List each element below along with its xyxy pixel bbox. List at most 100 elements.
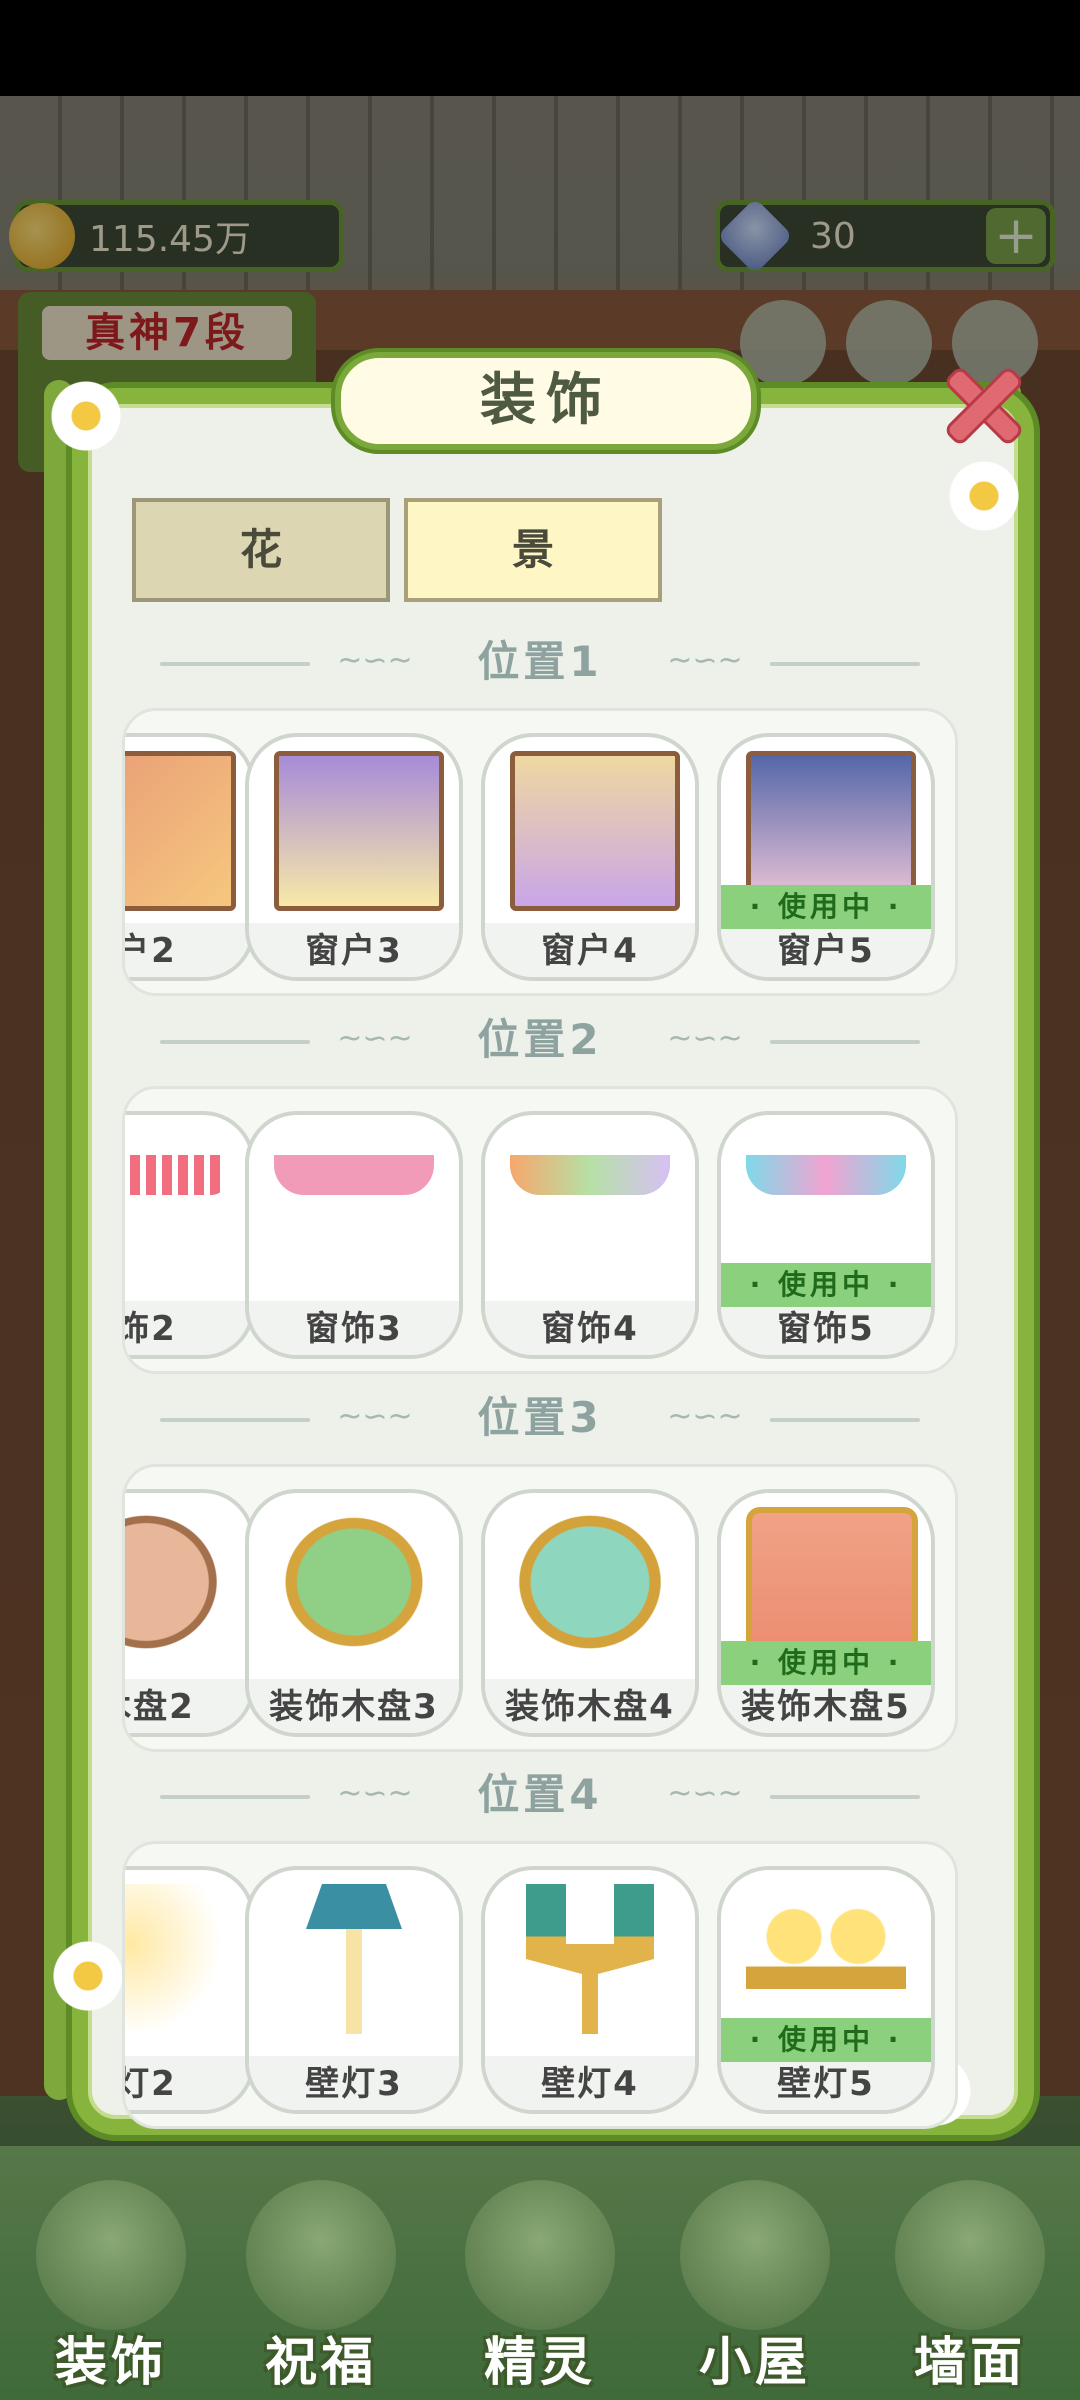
nav-blessing[interactable]: 祝福	[226, 2170, 416, 2400]
item-label: 窗户4	[541, 931, 639, 971]
decoration-thumbnail	[125, 1507, 226, 1657]
decoration-item[interactable]: 窗户4	[481, 733, 699, 981]
section-header: ~∽~ 位置1 ~∽~	[160, 632, 920, 692]
nav-label: 祝福	[264, 2333, 377, 2393]
daisy-icon	[948, 460, 1020, 532]
decoration-item[interactable]: 户2	[125, 733, 255, 981]
item-label: 窗饰3	[305, 1309, 403, 1349]
decoration-item[interactable]: 装饰木盘3	[245, 1489, 463, 1737]
tab-scene[interactable]: 景	[404, 498, 662, 602]
divider-line	[160, 662, 310, 666]
decoration-thumbnail	[510, 751, 680, 911]
decoration-item[interactable]: · 使用中 · 窗饰5	[717, 1111, 935, 1359]
item-row: 灯2 壁灯3 壁灯4 · 使用中 ·壁灯5	[122, 1841, 958, 2129]
item-label: 木盘2	[125, 1687, 195, 1727]
nav-fairy[interactable]: 精灵	[445, 2170, 635, 2400]
nav-wall[interactable]: 墙面	[875, 2170, 1065, 2400]
decoration-item[interactable]: · 使用中 · 装饰木盘5	[717, 1489, 935, 1737]
section-header: ~∽~ 位置3 ~∽~	[160, 1388, 920, 1448]
swirl-icon: ~∽~	[667, 1399, 743, 1434]
daisy-icon	[52, 1940, 124, 2012]
section-header: ~∽~ 位置4 ~∽~	[160, 1765, 920, 1825]
item-label: 窗户3	[305, 931, 403, 971]
decoration-thumbnail	[274, 751, 444, 911]
fairy-icon	[465, 2180, 615, 2330]
item-label: 壁灯4	[541, 2064, 639, 2104]
item-label: 装饰木盘5	[741, 1687, 911, 1727]
swirl-icon: ~∽~	[337, 1399, 413, 1434]
decoration-thumbnail	[274, 1507, 434, 1657]
item-label: 窗饰4	[541, 1309, 639, 1349]
daisy-icon	[50, 380, 122, 452]
swirl-icon: ~∽~	[337, 1021, 413, 1056]
tab-flower[interactable]: 花	[132, 498, 390, 602]
close-button[interactable]	[930, 352, 1030, 452]
nav-label: 小屋	[698, 2333, 811, 2393]
decoration-item[interactable]: 装饰木盘4	[481, 1489, 699, 1737]
plant-icon	[36, 2180, 186, 2330]
section-title: 位置3	[477, 1393, 603, 1442]
decoration-item[interactable]: 木盘2	[125, 1489, 255, 1737]
decoration-thumbnail	[746, 1155, 906, 1195]
decoration-item[interactable]: 壁灯4	[481, 1866, 699, 2114]
nav-cottage[interactable]: 小屋	[660, 2170, 850, 2400]
decoration-item[interactable]: · 使用中 · 窗户5	[717, 733, 935, 981]
item-label: 灯2	[125, 2064, 177, 2104]
item-row: 饰2 窗饰3 窗饰4 · 使用中 ·窗饰5	[122, 1086, 958, 1374]
nav-label: 墙面	[913, 2333, 1026, 2393]
decoration-thumbnail	[306, 1884, 402, 2034]
decoration-item[interactable]: 饰2	[125, 1111, 255, 1359]
swirl-icon: ~∽~	[337, 643, 413, 678]
item-label: 壁灯3	[305, 2064, 403, 2104]
decoration-item[interactable]: 窗饰4	[481, 1111, 699, 1359]
divider-line	[160, 1795, 310, 1799]
nav-decorate[interactable]: 装饰	[16, 2170, 206, 2400]
nav-label: 精灵	[483, 2333, 596, 2393]
status-bar	[0, 0, 1080, 96]
decoration-item[interactable]: · 使用中 · 壁灯5	[717, 1866, 935, 2114]
swirl-icon: ~∽~	[667, 1021, 743, 1056]
decoration-thumbnail	[125, 751, 236, 911]
modal-title-banner: 装饰	[335, 352, 757, 450]
divider-line	[160, 1040, 310, 1044]
vase-icon	[246, 2180, 396, 2330]
decoration-item[interactable]: 窗饰3	[245, 1111, 463, 1359]
bottom-nav: 装饰 祝福 精灵 小屋 墙面	[0, 2170, 1080, 2400]
item-label: 装饰木盘3	[269, 1687, 439, 1727]
nav-label: 装饰	[54, 2333, 167, 2393]
divider-line	[160, 1418, 310, 1422]
item-label: 户2	[125, 931, 177, 971]
swirl-icon: ~∽~	[337, 1776, 413, 1811]
decoration-thumbnail	[510, 1155, 670, 1195]
decoration-item[interactable]: 壁灯3	[245, 1866, 463, 2114]
section-title: 位置1	[477, 637, 603, 686]
decoration-thumbnail	[746, 1884, 906, 2034]
item-label: 装饰木盘4	[505, 1687, 675, 1727]
item-label: 窗户5	[777, 931, 875, 971]
divider-line	[770, 1418, 920, 1422]
house-icon	[680, 2180, 830, 2330]
divider-line	[770, 1795, 920, 1799]
decoration-thumbnail	[125, 1884, 226, 2034]
item-label: 饰2	[125, 1309, 177, 1349]
swirl-icon: ~∽~	[667, 643, 743, 678]
section-title: 位置2	[477, 1015, 603, 1064]
decoration-thumbnail	[510, 1507, 670, 1657]
item-label: 窗饰5	[777, 1309, 875, 1349]
swirl-icon: ~∽~	[667, 1776, 743, 1811]
decoration-item[interactable]: 灯2	[125, 1866, 255, 2114]
decoration-thumbnail	[526, 1884, 654, 2034]
item-label: 壁灯5	[777, 2064, 875, 2104]
item-row: 木盘2 装饰木盘3 装饰木盘4 · 使用中 ·装饰木盘5	[122, 1464, 958, 1752]
decoration-thumbnail	[125, 1155, 226, 1195]
section-title: 位置4	[477, 1770, 603, 1819]
decoration-thumbnail	[274, 1155, 434, 1195]
item-row: 户2 窗户3 窗户4 · 使用中 ·窗户5	[122, 708, 958, 996]
section-header: ~∽~ 位置2 ~∽~	[160, 1010, 920, 1070]
decoration-item[interactable]: 窗户3	[245, 733, 463, 981]
modal-title: 装饰	[480, 368, 612, 433]
bell-icon	[895, 2180, 1045, 2330]
vine-decoration	[44, 380, 74, 2100]
divider-line	[770, 662, 920, 666]
divider-line	[770, 1040, 920, 1044]
